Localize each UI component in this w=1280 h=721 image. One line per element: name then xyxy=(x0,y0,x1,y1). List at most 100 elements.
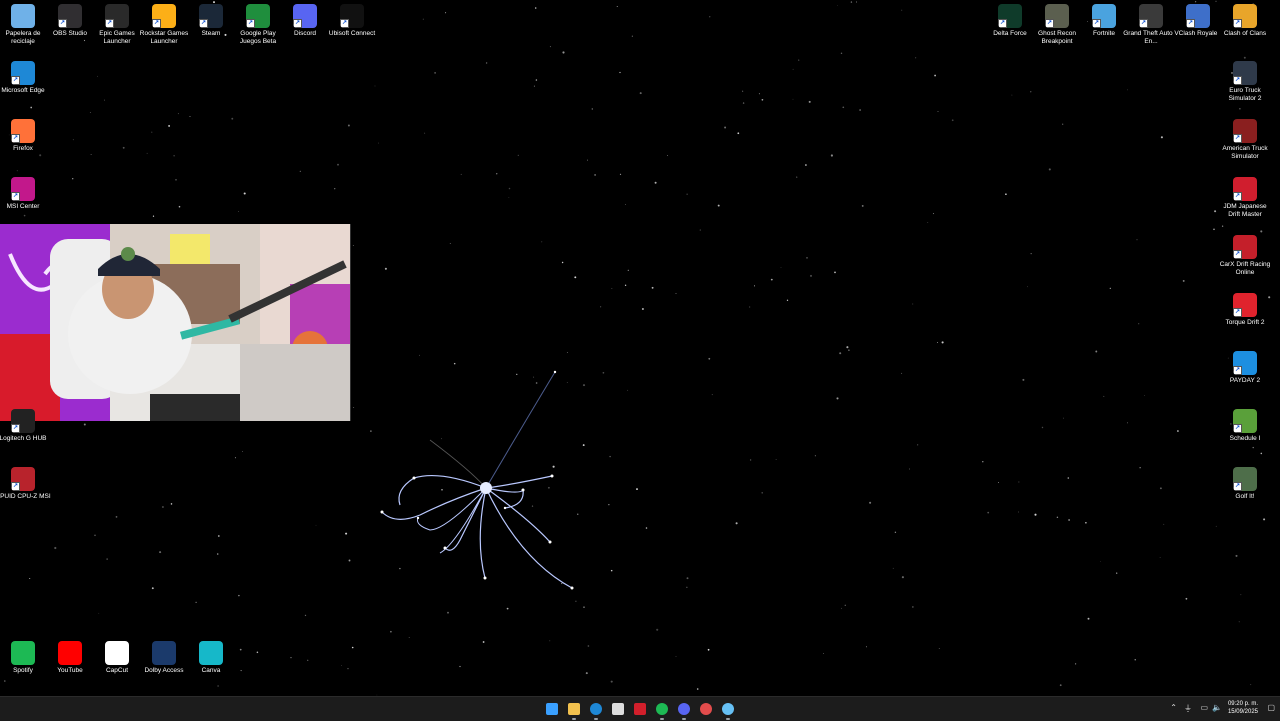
desktop-icon[interactable]: ↗ Euro Truck Simulator 2 xyxy=(1217,58,1273,102)
shortcut-arrow-icon: ↗ xyxy=(58,19,67,28)
desktop-icon-label: Golf It! xyxy=(1235,493,1255,500)
taskbar-discord-button[interactable] xyxy=(675,700,693,720)
firefox-icon: ↗ xyxy=(11,119,35,143)
shortcut-arrow-icon: ↗ xyxy=(1045,19,1054,28)
shortcut-arrow-icon: ↗ xyxy=(246,19,255,28)
shortcut-arrow-icon: ↗ xyxy=(1233,482,1242,491)
store-icon xyxy=(612,703,624,715)
taskbar-start-button[interactable] xyxy=(543,700,561,718)
desktop-icon[interactable]: ↗ Clash of Clans xyxy=(1217,1,1273,38)
desktop-icon-label: Microsoft Edge xyxy=(1,87,45,94)
clock-date: 15/09/2025 xyxy=(1227,709,1258,715)
taskbar: ⌃ ⏚ ▭ 🔈 09:20 p. m. 15/09/2025 ▢ xyxy=(0,696,1280,721)
canva-icon xyxy=(199,641,223,665)
gta-icon: ↗ xyxy=(1139,4,1163,28)
capcut-icon xyxy=(105,641,129,665)
desktop-icon[interactable]: ↗ Logitech G HUB xyxy=(0,406,51,443)
euro-truck-icon: ↗ xyxy=(1233,61,1257,85)
shortcut-arrow-icon: ↗ xyxy=(1233,19,1242,28)
desktop-icon[interactable]: ↗ MSI Center xyxy=(0,174,51,211)
steam-icon xyxy=(722,703,734,715)
desktop-icon[interactable]: ↗ CarX Drift Racing Online xyxy=(1217,232,1273,276)
taskbar-edge-button[interactable] xyxy=(587,700,605,720)
desktop-icon[interactable]: ↗ PAYDAY 2 xyxy=(1217,348,1273,385)
webcam-overlay xyxy=(0,224,351,421)
edge-icon: ↗ xyxy=(11,61,35,85)
desktop-icon-label: Schedule I xyxy=(1229,435,1261,442)
shortcut-arrow-icon: ↗ xyxy=(998,19,1007,28)
taskbar-steam-button[interactable] xyxy=(719,700,737,720)
desktop-icon-label: Ubisoft Connect xyxy=(328,30,376,37)
discord-icon: ↗ xyxy=(293,4,317,28)
desktop-icon-label: CarX Drift Racing Online xyxy=(1219,261,1271,276)
golf-it-icon: ↗ xyxy=(1233,467,1257,491)
desktop-icon-label: Logitech G HUB xyxy=(0,435,47,442)
windows-start-icon xyxy=(546,703,558,715)
edge-icon xyxy=(590,703,602,715)
shortcut-arrow-icon: ↗ xyxy=(152,19,161,28)
logitech-icon: ↗ xyxy=(11,409,35,433)
desktop-icon[interactable]: ↗ JDM Japanese Drift Master xyxy=(1217,174,1273,218)
fortnite-icon: ↗ xyxy=(1092,4,1116,28)
chevron-up-icon[interactable]: ⌃ xyxy=(1170,703,1177,712)
desktop-icon[interactable]: ↗ Firefox xyxy=(0,116,51,153)
shortcut-arrow-icon: ↗ xyxy=(1233,134,1242,143)
msi-center-icon: ↗ xyxy=(11,177,35,201)
spotify-icon xyxy=(656,703,668,715)
system-clock[interactable]: 09:20 p. m. 15/09/2025 xyxy=(1228,700,1258,716)
taskbar-file-explorer-button[interactable] xyxy=(565,700,583,720)
shortcut-arrow-icon: ↗ xyxy=(11,482,20,491)
carx-icon: ↗ xyxy=(1233,235,1257,259)
notifications-icon[interactable]: ▢ xyxy=(1267,703,1275,712)
shortcut-arrow-icon: ↗ xyxy=(11,134,20,143)
ghost-recon-icon: ↗ xyxy=(1045,4,1069,28)
shortcut-arrow-icon: ↗ xyxy=(1233,76,1242,85)
desktop-icon-label: Clash of Clans xyxy=(1223,30,1267,37)
desktop-icon[interactable]: Canva xyxy=(183,638,239,675)
rockstar-icon: ↗ xyxy=(152,4,176,28)
desktop-icon[interactable]: ↗ Ubisoft Connect xyxy=(324,1,380,38)
american-truck-icon: ↗ xyxy=(1233,119,1257,143)
shortcut-arrow-icon: ↗ xyxy=(11,192,20,201)
taskbar-app-red-button[interactable] xyxy=(631,700,649,718)
shortcut-arrow-icon: ↗ xyxy=(1233,250,1242,259)
volume-icon[interactable]: 🔈 xyxy=(1212,703,1222,712)
desktop-icon[interactable]: ↗ Golf It! xyxy=(1217,464,1273,501)
spotify-icon xyxy=(11,641,35,665)
cpuz-icon: ↗ xyxy=(11,467,35,491)
shortcut-arrow-icon: ↗ xyxy=(1233,308,1242,317)
clash-of-clans-icon: ↗ xyxy=(1233,4,1257,28)
dolby-icon xyxy=(152,641,176,665)
red-app-icon xyxy=(634,703,646,715)
delta-force-icon: ↗ xyxy=(998,4,1022,28)
steam-icon: ↗ xyxy=(199,4,223,28)
shortcut-arrow-icon: ↗ xyxy=(11,76,20,85)
desktop-icon-label: American Truck Simulator xyxy=(1222,145,1268,160)
desktop-icon-label: JDM Japanese Drift Master xyxy=(1223,203,1267,218)
red-circle-app-icon xyxy=(700,703,712,715)
desktop-icon[interactable]: ↗ Schedule I xyxy=(1217,406,1273,443)
google-play-games-icon: ↗ xyxy=(246,4,270,28)
epic-games-icon: ↗ xyxy=(105,4,129,28)
clock-time: 09:20 p. m. xyxy=(1227,701,1258,707)
shortcut-arrow-icon: ↗ xyxy=(199,19,208,28)
shortcut-arrow-icon: ↗ xyxy=(1233,192,1242,201)
desktop-icon[interactable]: ↗ American Truck Simulator xyxy=(1217,116,1273,160)
desktop-icon-label: Torque Drift 2 xyxy=(1225,319,1265,326)
desktop-icon-label: CPUID CPU-Z MSI xyxy=(0,493,51,500)
torque-drift-icon: ↗ xyxy=(1233,293,1257,317)
usb-icon[interactable]: ⏚ xyxy=(1184,703,1192,714)
taskbar-app-circle-button[interactable] xyxy=(697,700,715,718)
desktop-icon-label: Canva xyxy=(201,667,221,674)
shortcut-arrow-icon: ↗ xyxy=(105,19,114,28)
desktop-icon[interactable]: ↗ Microsoft Edge xyxy=(0,58,51,95)
taskbar-store-button[interactable] xyxy=(609,700,627,718)
discord-icon xyxy=(678,703,690,715)
desktop-icon[interactable]: ↗ CPUID CPU-Z MSI xyxy=(0,464,51,501)
desktop-icon-label: PAYDAY 2 xyxy=(1229,377,1261,384)
desktop-icon-label: Firefox xyxy=(13,145,33,152)
desktop: Papelera de reciclaje ↗ OBS Studio ↗ Epic Ga… xyxy=(0,0,1280,696)
desktop-icon[interactable]: ↗ Torque Drift 2 xyxy=(1217,290,1273,327)
network-icon[interactable]: ▭ xyxy=(1200,703,1208,712)
taskbar-spotify-button[interactable] xyxy=(653,700,671,720)
